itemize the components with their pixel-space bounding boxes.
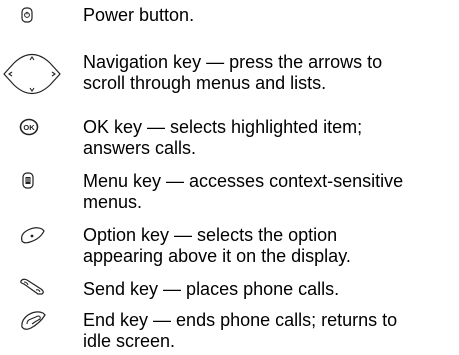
navigation-key-description: Navigation key — press the arrows to scr… xyxy=(83,52,383,93)
ok-key-icon: OK xyxy=(0,117,60,147)
power-button-description: Power button. xyxy=(83,5,195,25)
key-reference-list: Power button. Navigation key — press the… xyxy=(0,0,459,355)
ok-key-description: OK key — selects highlighted item; answe… xyxy=(83,117,363,158)
option-key-icon xyxy=(0,225,60,255)
menu-key-description: Menu key — accesses context-sensitive me… xyxy=(83,171,404,212)
end-key-icon xyxy=(0,310,60,340)
power-button-icon xyxy=(0,5,60,35)
send-key-description: Send key — places phone calls. xyxy=(83,279,340,299)
svg-text:OK: OK xyxy=(23,123,35,132)
menu-key-icon xyxy=(0,171,60,201)
end-key-description: End key — ends phone calls; returns to i… xyxy=(83,310,398,351)
navigation-key-icon xyxy=(0,50,61,95)
send-key-icon xyxy=(0,278,60,309)
option-key-description: Option key — selects the option appearin… xyxy=(83,225,351,266)
